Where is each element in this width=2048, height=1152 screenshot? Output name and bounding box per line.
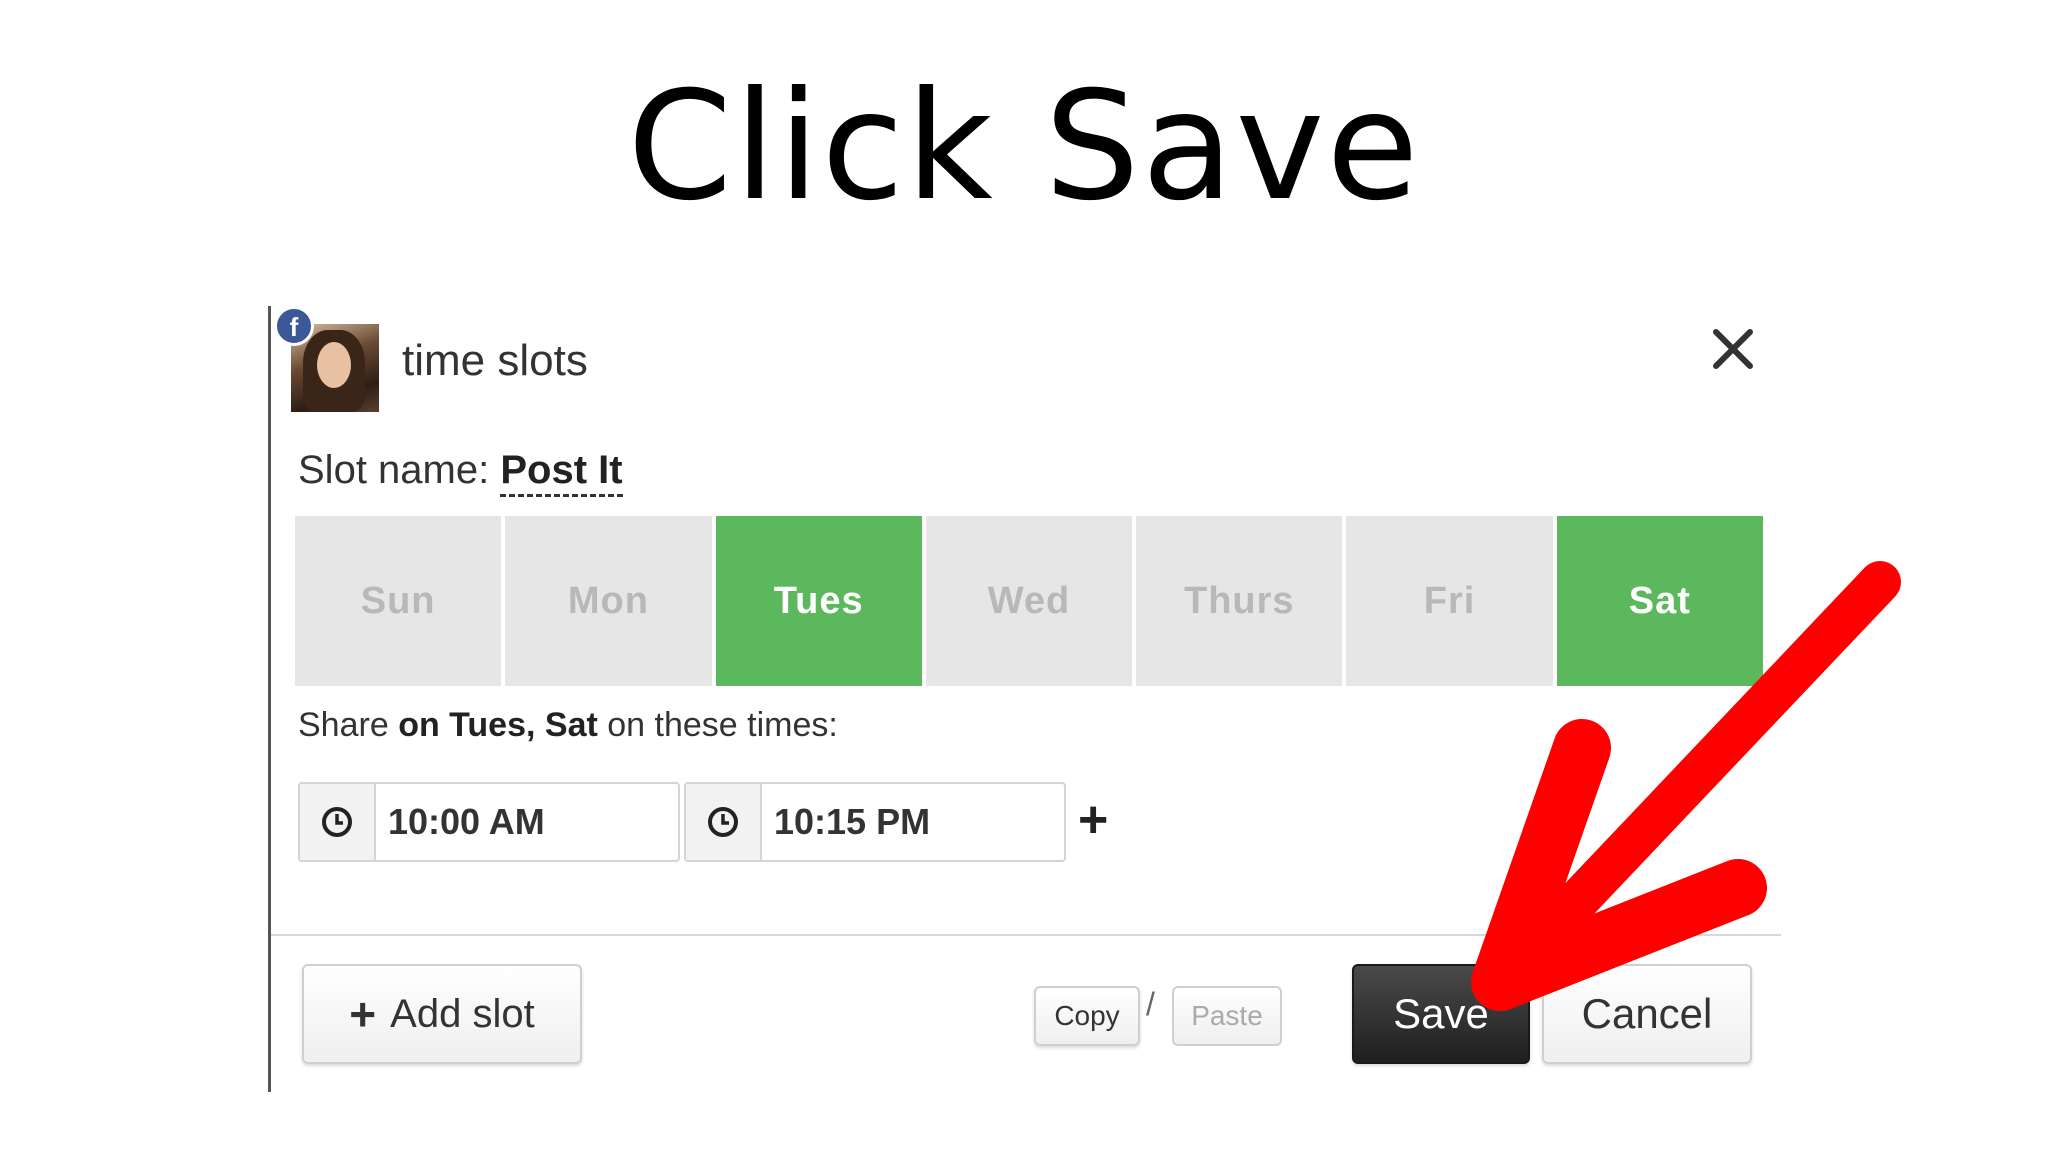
day-thurs[interactable]: Thurs — [1136, 516, 1343, 686]
paste-button[interactable]: Paste — [1172, 986, 1282, 1046]
day-sun[interactable]: Sun — [295, 516, 502, 686]
save-button[interactable]: Save — [1352, 964, 1530, 1064]
copy-paste-separator: / — [1146, 986, 1155, 1022]
day-fri[interactable]: Fri — [1346, 516, 1553, 686]
footer-divider — [271, 934, 1781, 936]
time-slots-dialog: f time slots Slot name: Post It Sun Mon … — [268, 306, 1781, 1092]
time-value-2[interactable]: 10:15 PM — [762, 784, 930, 860]
time-field-1[interactable]: 10:00 AM — [298, 782, 680, 862]
slot-name-value[interactable]: Post It — [500, 448, 623, 497]
facebook-icon: f — [274, 306, 314, 346]
clock-icon — [686, 784, 762, 860]
slide-title: Click Save — [627, 60, 1421, 234]
close-icon[interactable] — [1708, 324, 1758, 374]
day-mon[interactable]: Mon — [505, 516, 712, 686]
day-selector: Sun Mon Tues Wed Thurs Fri Sat — [295, 516, 1763, 686]
clock-icon — [300, 784, 376, 860]
copy-button[interactable]: Copy — [1034, 986, 1140, 1046]
add-time-plus-icon[interactable]: + — [1078, 790, 1108, 850]
avatar-face — [317, 342, 351, 388]
day-tues[interactable]: Tues — [715, 516, 922, 686]
slot-name-row: Slot name: Post It — [298, 448, 623, 497]
day-sat[interactable]: Sat — [1556, 516, 1763, 686]
share-prefix: Share — [298, 706, 389, 744]
add-slot-button[interactable]: + Add slot — [302, 964, 582, 1064]
share-description: Share on Tues, Sat on these times: — [298, 706, 838, 745]
time-value-1[interactable]: 10:00 AM — [376, 784, 545, 860]
share-suffix: on these times: — [607, 706, 838, 744]
dialog-left-border — [268, 306, 271, 1092]
time-field-2[interactable]: 10:15 PM — [684, 782, 1066, 862]
day-wed[interactable]: Wed — [925, 516, 1133, 686]
add-slot-label: Add slot — [390, 991, 535, 1036]
dialog-title: time slots — [402, 336, 588, 385]
cancel-button[interactable]: Cancel — [1542, 964, 1752, 1064]
share-days: on Tues, Sat — [398, 706, 598, 744]
slot-name-label: Slot name: — [298, 448, 490, 492]
plus-icon: + — [349, 988, 377, 1040]
